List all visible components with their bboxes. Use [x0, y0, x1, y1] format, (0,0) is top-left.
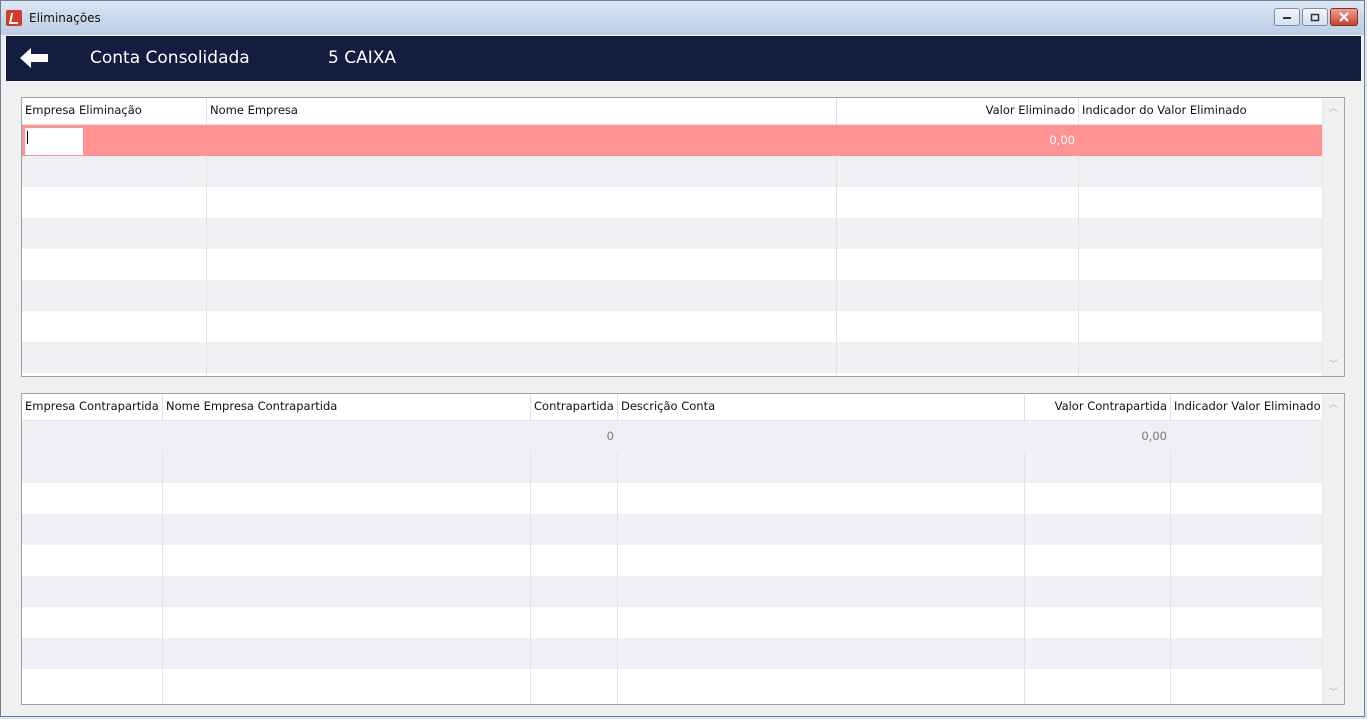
counterpart-grid-header: Empresa Contrapartida Nome Empresa Contr… [22, 394, 1323, 421]
column-divider [1170, 452, 1171, 704]
valor-eliminado-cell[interactable]: 0,00 [837, 125, 1079, 156]
col-header-contrapartida[interactable]: Contrapartida [531, 394, 618, 420]
col-header-indicador-valor-eliminado[interactable]: Indicador Valor Eliminado [1171, 394, 1325, 420]
table-row[interactable] [22, 249, 1323, 280]
scroll-down-icon[interactable]: ﹀ [1323, 356, 1344, 374]
empresa-eliminacao-input[interactable] [25, 128, 83, 155]
table-row[interactable] [22, 576, 1323, 607]
vertical-scrollbar[interactable]: ︿ ﹀ [1322, 394, 1344, 704]
scroll-up-icon[interactable]: ︿ [1323, 396, 1344, 414]
close-button[interactable] [1330, 8, 1358, 26]
table-row[interactable] [22, 483, 1323, 514]
scroll-up-icon[interactable]: ︿ [1323, 100, 1344, 118]
table-row[interactable] [22, 669, 1323, 700]
eliminations-grid-header: Empresa Eliminação Nome Empresa Valor El… [22, 98, 1323, 125]
table-row[interactable] [22, 342, 1323, 373]
col-header-valor-contrapartida[interactable]: Valor Contrapartida [1025, 394, 1171, 420]
minimize-icon [1283, 17, 1291, 19]
table-row[interactable] [22, 156, 1323, 187]
scroll-down-icon[interactable]: ﹀ [1323, 684, 1344, 702]
table-row[interactable] [22, 311, 1323, 342]
col-header-descricao-conta[interactable]: Descrição Conta [618, 394, 1025, 420]
maximize-icon [1310, 13, 1320, 21]
account-header: Conta Consolidada 5 CAIXA [6, 36, 1361, 81]
app-logo-icon [6, 10, 22, 26]
table-row[interactable] [22, 218, 1323, 249]
window: Eliminações Conta Consolidada 5 CAIXA Em… [0, 0, 1365, 717]
account-value: 5 CAIXA [328, 48, 397, 68]
eliminations-grid[interactable]: Empresa Eliminação Nome Empresa Valor El… [21, 97, 1345, 377]
account-label: Conta Consolidada [90, 48, 250, 68]
table-row[interactable] [22, 187, 1323, 218]
table-row[interactable] [22, 514, 1323, 545]
counterpart-grid[interactable]: Empresa Contrapartida Nome Empresa Contr… [21, 393, 1345, 705]
table-row[interactable] [22, 638, 1323, 669]
maximize-button[interactable] [1302, 8, 1328, 26]
column-divider [836, 156, 837, 376]
table-row[interactable] [22, 280, 1323, 311]
col-header-empresa-eliminacao[interactable]: Empresa Eliminação [22, 98, 207, 124]
minimize-button[interactable] [1274, 8, 1300, 26]
table-row[interactable] [22, 545, 1323, 576]
column-divider [617, 452, 618, 704]
col-header-nome-empresa-contrapartida[interactable]: Nome Empresa Contrapartida [163, 394, 531, 420]
column-divider [162, 452, 163, 704]
column-divider [1078, 156, 1079, 376]
col-header-valor-eliminado[interactable]: Valor Eliminado [837, 98, 1079, 124]
col-header-empresa-contrapartida[interactable]: Empresa Contrapartida [22, 394, 163, 420]
column-divider [530, 452, 531, 704]
table-row-current[interactable]: 0 0,00 [22, 421, 1323, 452]
close-icon [1339, 12, 1349, 22]
arrow-left-icon [20, 48, 48, 68]
table-row-selected[interactable]: 0,00 [22, 125, 1323, 156]
back-button[interactable] [16, 43, 52, 73]
title-bar[interactable]: Eliminações [1, 1, 1364, 35]
column-divider [206, 156, 207, 376]
contrapartida-cell[interactable]: 0 [531, 421, 618, 452]
col-header-nome-empresa[interactable]: Nome Empresa [207, 98, 837, 124]
table-row[interactable] [22, 607, 1323, 638]
column-divider [1024, 452, 1025, 704]
window-title: Eliminações [29, 11, 101, 25]
table-row[interactable] [22, 452, 1323, 483]
valor-contrapartida-cell[interactable]: 0,00 [1025, 421, 1171, 452]
vertical-scrollbar[interactable]: ︿ ﹀ [1322, 98, 1344, 376]
col-header-indicador-valor-eliminado[interactable]: Indicador do Valor Eliminado [1079, 98, 1325, 124]
